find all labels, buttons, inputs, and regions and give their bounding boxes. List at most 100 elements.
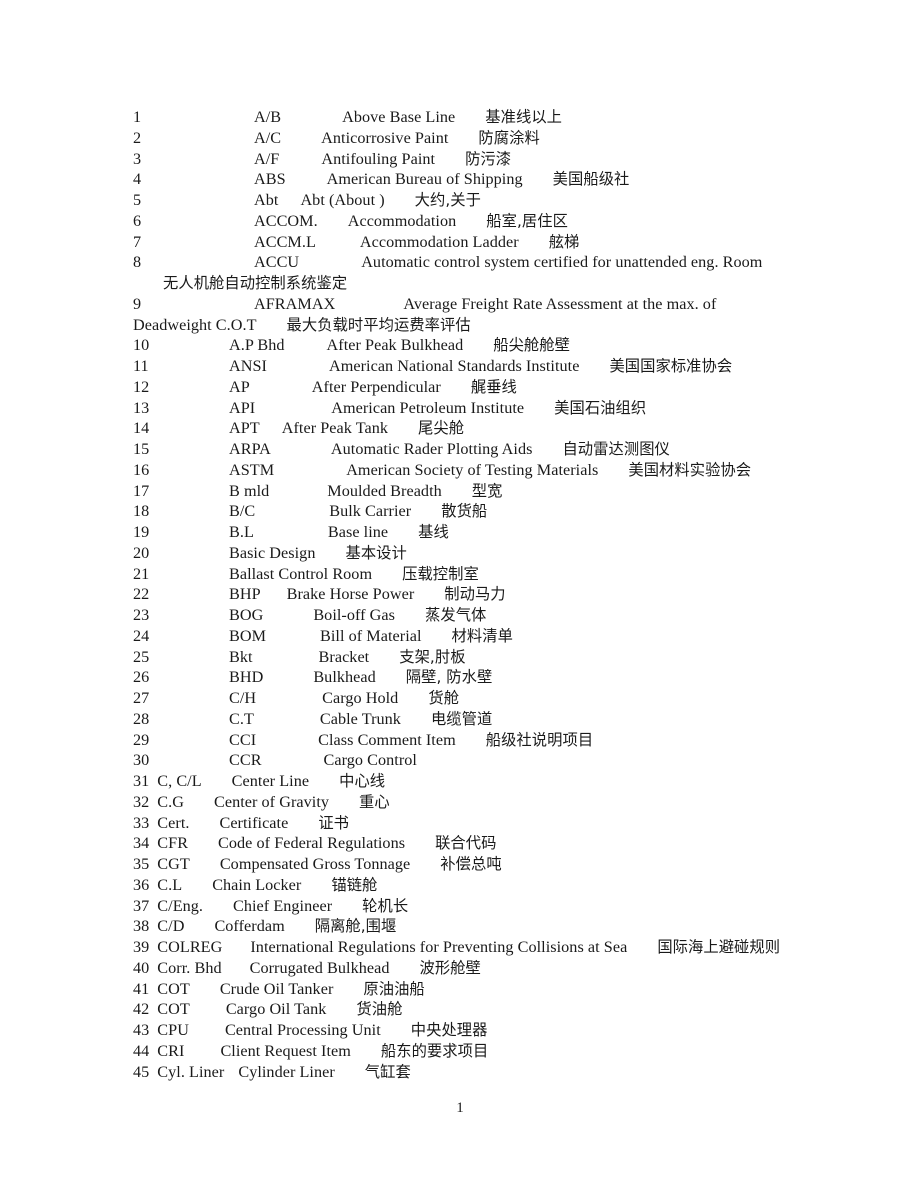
entry-english-term: Cargo Control [323,751,417,770]
entry-abbreviation: ACCU [254,253,300,272]
entry-number: 37 [133,896,150,915]
entry-chinese-translation: 货舱 [428,689,460,707]
entry-english-term: Cargo Oil Tank [225,1000,327,1019]
entry-english-term: Brake Horse Power [286,585,415,604]
entry-english-term: Moulded Breadth [327,481,442,500]
entry-abbreviation: C/D [157,917,185,936]
entry-number: 19 [133,523,150,541]
entry-english-term: Above Base Line [342,108,456,126]
entry-english-term: Bulkhead [313,668,376,687]
entry-chinese-translation: 美国材料实验协会 [628,460,752,479]
entry-number: 32 [133,792,150,811]
entry-number: 31 [133,772,150,790]
entry-number: 1 [133,108,142,126]
entry-english-term: Abt (About ) [300,191,385,209]
glossary-entry: 32 C.G Center of Gravity 重心 [133,792,793,813]
entry-number: 24 [133,626,150,645]
entry-english-term: Automatic Rader Plotting Aids [330,440,533,458]
glossary-entry: 27 C/H Cargo Hold 货舱 [133,688,793,709]
entry-abbreviation: C.G [157,792,184,811]
entry-number: 6 [133,211,142,230]
document-page: 1 A/B Above Base Line 基准线以上 2 A/C Anticorrosiv… [0,0,920,1191]
glossary-entry: 16 ASTM American Society of Testing Materi… [133,460,793,481]
entry-abbreviation: B/C [229,502,256,521]
entry-abbreviation: AP [229,377,250,396]
entry-abbreviation: C.L [157,875,183,894]
entry-abbreviation: Cyl. Liner [157,1062,225,1081]
entry-english-term: American National Standards Institute [328,357,580,375]
entry-number: 36 [133,875,150,894]
glossary-entry: 19 B.L Base line 基线 [133,522,793,543]
entry-abbreviation: CFR [157,834,189,853]
glossary-entry: 17 B mld Moulded Breadth 型宽 [133,481,793,502]
entry-number: 28 [133,709,150,728]
entry-abbreviation: ACCOM. [254,211,318,230]
entry-number: 14 [133,419,150,438]
entry-abbreviation: ANSI [229,357,267,375]
glossary-entry: 13 API American Petroleum Institute 美国石油组织 [133,398,793,419]
glossary-entry: 25 Bkt Bracket 支架,肘板 [133,647,793,668]
entry-chinese-translation: 美国石油组织 [554,398,647,417]
glossary-entry: 39 COLREG International Regulations for Pr… [133,937,793,958]
entry-abbreviation: Corr. Bhd [157,958,222,977]
glossary-entry: 2 A/C Anticorrosive Paint 防腐涂料 [133,128,793,149]
entry-chinese-translation: 制动马力 [444,585,506,604]
entry-chinese-translation: 舷梯 [548,232,580,251]
entry-abbreviation: Bkt [229,647,253,666]
entry-chinese-translation: 基本设计 [345,543,407,562]
glossary-entry: 42 COT Cargo Oil Tank 货油舱 [133,999,793,1020]
entry-english-term: Base line [327,523,389,541]
entry-abbreviation: COT [157,979,190,998]
entry-chinese-translation: 大约,关于 [414,191,481,209]
entry-english-term: After Peak Tank [281,419,389,438]
entry-english-term: American Bureau of Shipping [326,170,523,189]
entry-number: 21 [133,564,150,583]
glossary-entry: 1 A/B Above Base Line 基准线以上 [133,107,793,128]
glossary-entry: 21 Ballast Control Room 压载控制室 [133,564,793,585]
entry-chinese-translation: 船东的要求项目 [380,1041,489,1060]
entry-number: 10 [133,336,150,355]
entry-abbreviation: CGT [157,855,190,873]
entry-english-term: Compensated Gross Tonnage [219,855,411,873]
entry-abbreviation: CCI [229,730,257,749]
entry-chinese-translation: 隔离舱,围堰 [314,917,397,936]
glossary-entry: 30 CCR Cargo Control [133,750,793,771]
entry-chinese-translation: 气缸套 [364,1062,411,1081]
entry-chinese-translation: 艉垂线 [470,377,517,396]
glossary-entry: 40 Corr. Bhd Corrugated Bulkhead 波形舱壁 [133,958,793,979]
entry-abbreviation: Basic Design [229,543,316,562]
entry-english-term: Bracket [318,647,370,666]
entry-abbreviation: ACCM.L [254,232,316,251]
entry-chinese-translation: 补偿总吨 [440,855,502,873]
entry-number: 2 [133,128,142,147]
entry-number: 34 [133,834,150,853]
entry-abbreviation: C.T [229,709,254,728]
entry-number: 33 [133,813,150,832]
entry-english-term: American Society of Testing Materials [346,460,599,479]
entry-english-term: Bill of Material [320,626,422,645]
entry-abbreviation: ASTM [229,460,275,479]
entry-number: 11 [133,357,149,375]
entry-english-term: American Petroleum Institute [331,398,525,417]
entry-chinese-translation: 原油油船 [363,979,425,998]
glossary-entry: 4 ABS American Bureau of Shipping 美国船级社 [133,169,793,190]
entry-chinese-translation: 隔壁, 防水壁 [405,668,493,687]
entry-abbreviation: APT [229,419,260,438]
entry-abbreviation: A/F [254,149,280,168]
entry-number: 27 [133,689,150,707]
entry-abbreviation: A/B [254,108,282,126]
entry-number: 29 [133,730,150,749]
entry-number: 25 [133,647,150,666]
entry-english-term: Accommodation [347,211,457,230]
entry-english-term: Accommodation Ladder [359,232,519,251]
entry-english-term: Center of Gravity [213,792,330,811]
entry-chinese-translation: 锚链舱 [331,875,378,894]
entry-abbreviation: B mld [229,481,270,500]
entry-abbreviation: BHP [229,585,261,604]
entry-abbreviation: C, C/L [157,772,202,790]
entry-chinese-translation: 重心 [359,792,390,811]
glossary-entry: 14 APT After Peak Tank 尾尖舱 [133,418,793,439]
entry-chinese-translation: 基准线以上 [485,108,563,126]
glossary-entry: 35 CGT Compensated Gross Tonnage 补偿总吨 [133,854,793,875]
entry-english-term: Center Line [231,772,310,790]
